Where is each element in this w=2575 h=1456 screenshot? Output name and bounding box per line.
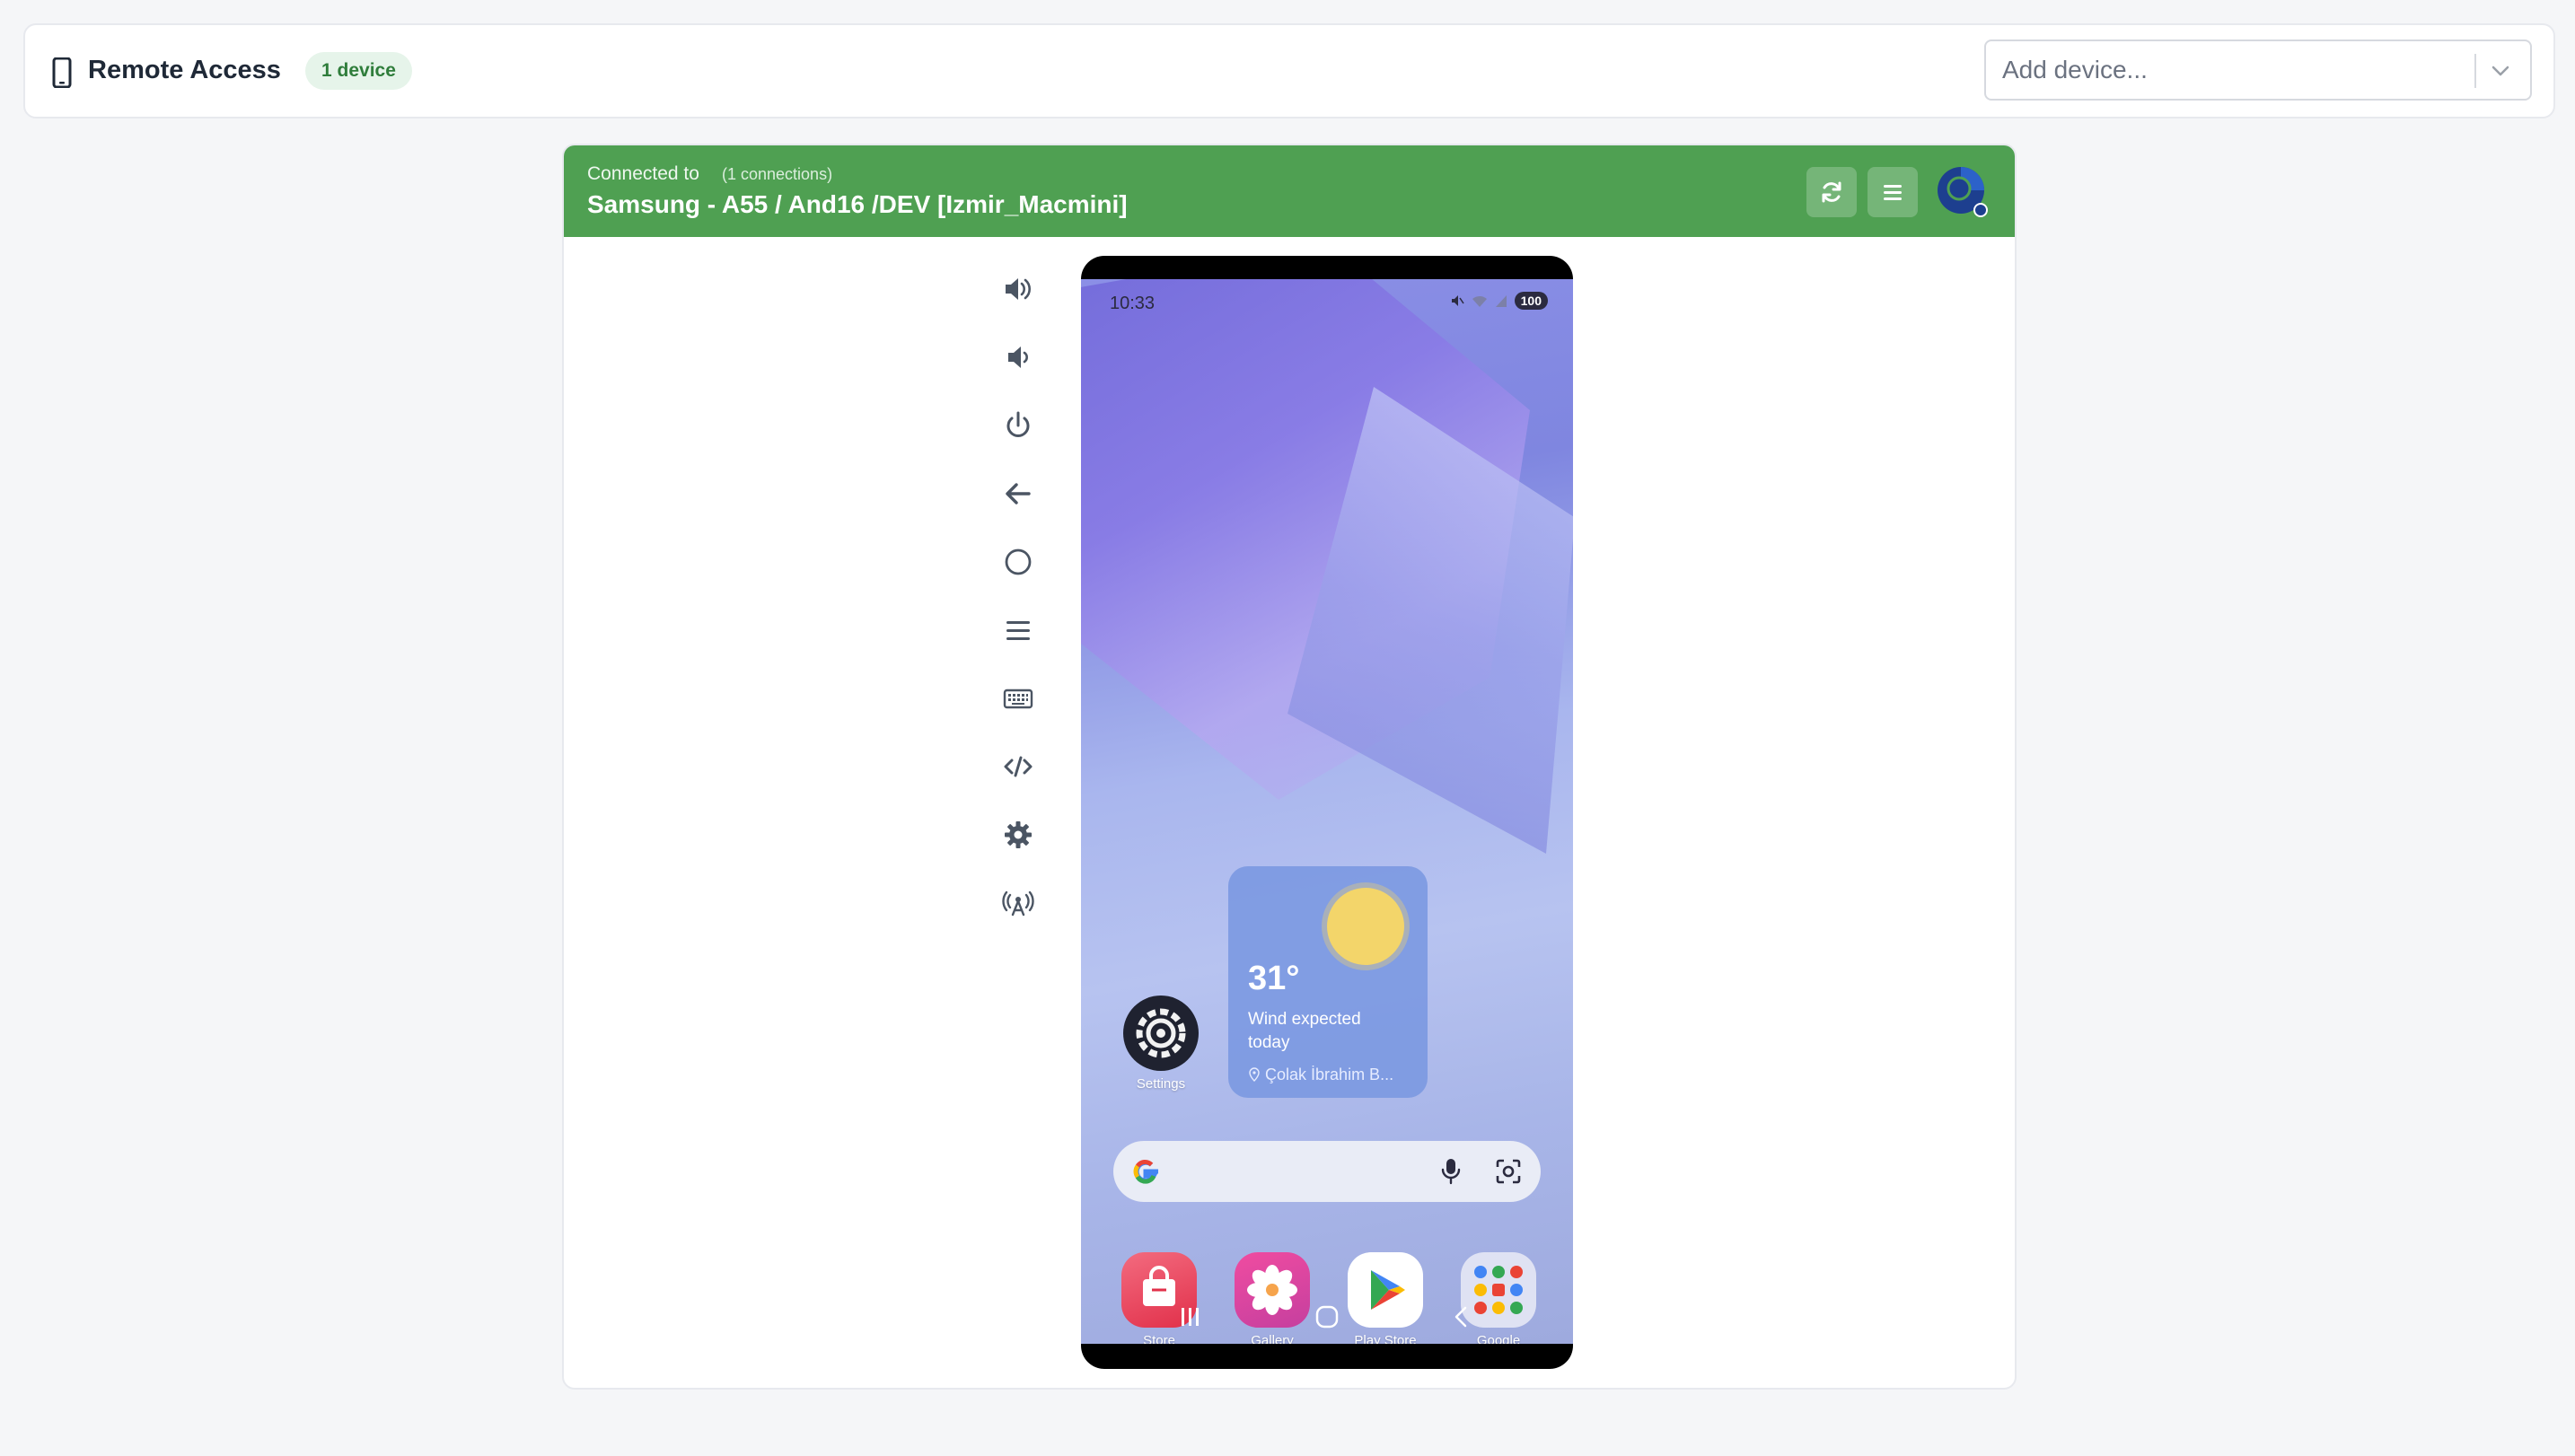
google-search-bar[interactable] xyxy=(1113,1141,1541,1202)
android-nav-bar[interactable] xyxy=(1081,1290,1573,1344)
arrow-left-icon xyxy=(1006,483,1031,504)
home-button[interactable] xyxy=(989,533,1047,591)
app-label: Settings xyxy=(1136,1076,1186,1092)
refresh-button[interactable] xyxy=(1806,167,1857,217)
home-nav-icon[interactable] xyxy=(1315,1305,1339,1329)
top-bar: Remote Access 1 device xyxy=(23,23,2555,118)
chevron-down-icon[interactable] xyxy=(2489,59,2512,83)
microphone-icon[interactable] xyxy=(1438,1157,1463,1186)
device-name: Samsung - A55 / And16 /DEV [Izmir_Macmin… xyxy=(587,190,1128,218)
connected-label: Connected to xyxy=(587,163,699,184)
brand-logo-icon[interactable] xyxy=(1936,165,1990,219)
location-pin-icon xyxy=(1249,1067,1260,1082)
select-divider xyxy=(2474,54,2476,88)
keyboard-icon xyxy=(1003,689,1033,709)
app-settings[interactable]: Settings xyxy=(1121,996,1201,1092)
power-icon xyxy=(1006,411,1030,437)
menu-button[interactable] xyxy=(1868,167,1918,217)
device-count-badge: 1 device xyxy=(305,52,412,90)
volume-down-button[interactable] xyxy=(989,329,1047,386)
gear-icon xyxy=(1005,821,1032,848)
developer-button[interactable] xyxy=(989,738,1047,795)
google-g-icon xyxy=(1133,1160,1158,1184)
add-device-select[interactable] xyxy=(1984,39,2532,101)
circle-home-icon xyxy=(1005,548,1032,575)
session-header: Connected to (1 connections) Samsung - A… xyxy=(564,145,2015,237)
power-button[interactable] xyxy=(989,397,1047,454)
weather-description: Wind expected today xyxy=(1248,1010,1361,1052)
back-nav-icon[interactable] xyxy=(1454,1306,1467,1328)
status-icons: 100 xyxy=(1450,292,1548,310)
settings-app-icon xyxy=(1123,996,1199,1071)
phone-mirror[interactable]: 10:33 100 31° Wind expected today Çolak … xyxy=(1081,256,1573,1369)
broadcast-button[interactable] xyxy=(989,874,1047,932)
keyboard-button[interactable] xyxy=(989,670,1047,727)
weather-location-text: Çolak İbrahim B... xyxy=(1265,1066,1394,1083)
volume-down-icon xyxy=(1008,346,1028,368)
broadcast-tower-icon xyxy=(1002,890,1034,917)
menu-lines-icon xyxy=(1006,621,1030,640)
signal-icon xyxy=(1495,295,1507,307)
device-settings-button[interactable] xyxy=(989,806,1047,864)
weather-widget[interactable]: 31° Wind expected today Çolak İbrahim B.… xyxy=(1228,866,1428,1098)
volume-up-button[interactable] xyxy=(989,260,1047,318)
weather-temperature: 31° xyxy=(1248,960,1300,997)
phone-screen[interactable]: 10:33 100 31° Wind expected today Çolak … xyxy=(1081,279,1573,1344)
page-title: Remote Access xyxy=(88,56,281,84)
mute-icon xyxy=(1451,295,1464,306)
back-button[interactable] xyxy=(989,465,1047,522)
lens-camera-icon[interactable] xyxy=(1494,1157,1523,1186)
wifi-icon xyxy=(1472,295,1487,307)
status-time: 10:33 xyxy=(1110,294,1156,313)
refresh-icon xyxy=(1822,181,1841,203)
hamburger-icon xyxy=(1884,185,1902,200)
battery-indicator: 100 xyxy=(1514,292,1548,310)
add-device-input[interactable] xyxy=(1986,41,2471,99)
recent-apps-button[interactable] xyxy=(989,601,1047,659)
connection-count: (1 connections) xyxy=(722,165,833,183)
volume-up-icon xyxy=(1006,278,1031,300)
code-icon xyxy=(1004,756,1033,777)
sun-icon xyxy=(1327,888,1404,965)
mobile-device-icon xyxy=(52,57,72,88)
recents-nav-icon[interactable] xyxy=(1182,1308,1199,1326)
weather-location: Çolak İbrahim B... xyxy=(1248,1066,1419,1084)
